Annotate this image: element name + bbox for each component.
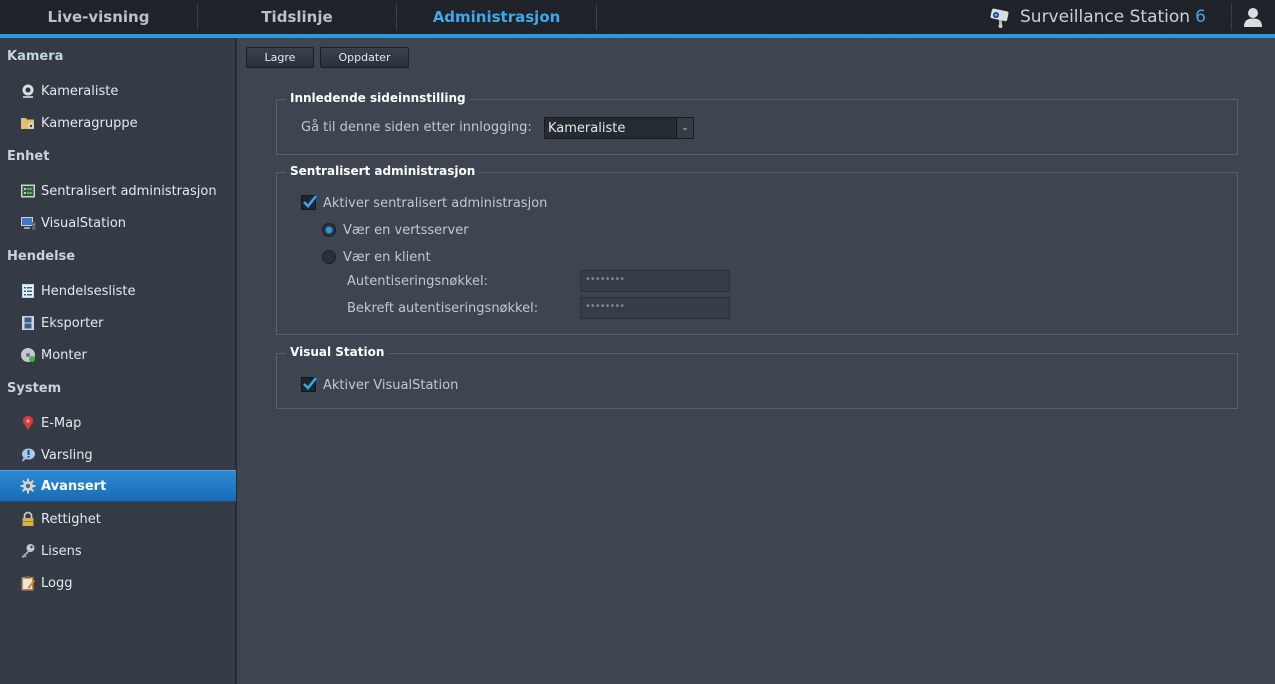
enable-visualstation-label: Aktiver VisualStation (323, 378, 459, 393)
checkmark-icon (303, 195, 318, 208)
host-server-radio[interactable] (322, 223, 336, 237)
save-button[interactable]: Lagre (246, 47, 314, 68)
confirm-auth-key-label: Bekreft autentiseringsnøkkel: (347, 301, 539, 316)
sidebar-item-label: Eksporter (41, 315, 104, 331)
sidebar-item-label: Kameraliste (41, 83, 119, 99)
sidebar-item-export[interactable]: Eksporter (0, 307, 236, 339)
enable-visualstation-checkbox[interactable] (301, 377, 318, 392)
client-radio[interactable] (322, 250, 336, 264)
sidebar-item-label: Varsling (41, 447, 93, 463)
sidebar-section-camera: Kamera (7, 49, 64, 64)
sidebar-item-camera-list[interactable]: Kameraliste (0, 75, 236, 107)
section-title: Sentralisert administrasjon (286, 164, 480, 178)
sidebar-item-advanced[interactable]: Avansert (0, 470, 236, 502)
sidebar-item-label: Logg (41, 575, 73, 591)
tab-timeline[interactable]: Tidslinje (198, 0, 396, 34)
startup-page-select[interactable]: Kameraliste ⌄ (544, 117, 694, 139)
visual-station-section: Visual Station Aktiver VisualStation (276, 345, 1238, 409)
sidebar-section-device: Enhet (7, 149, 50, 164)
enable-central-admin-label: Aktiver sentralisert administrasjon (323, 196, 548, 211)
main-content: Lagre Oppdater Innledende sideinnstillin… (239, 38, 1275, 684)
initial-page-section: Innledende sideinnstilling Gå til denne … (276, 91, 1238, 155)
central-admin-section: Sentralisert administrasjon Aktiver sent… (276, 164, 1238, 335)
monitor-icon (21, 217, 36, 230)
sidebar-item-label: Hendelsesliste (41, 283, 136, 299)
auth-key-value: •••••••• (585, 274, 625, 285)
user-icon[interactable] (1242, 6, 1264, 28)
surveillance-camera-icon (990, 8, 1009, 28)
chevron-down-icon[interactable]: ⌄ (676, 118, 693, 138)
camera-folder-icon (21, 118, 34, 129)
sidebar-item-label: VisualStation (41, 215, 127, 231)
sidebar-section-event: Hendelse (7, 249, 76, 264)
map-pin-icon (23, 415, 33, 430)
refresh-button[interactable]: Oppdater (320, 47, 409, 68)
confirm-auth-key-input[interactable]: •••••••• (580, 297, 730, 319)
sidebar-item-mount[interactable]: Monter (0, 339, 236, 371)
sidebar-item-label: Sentralisert administrasjon (41, 183, 217, 199)
enable-central-admin-checkbox[interactable] (301, 195, 318, 210)
sidebar-item-permission[interactable]: Rettighet (0, 503, 236, 535)
lock-icon (22, 511, 34, 526)
sidebar-item-log[interactable]: Logg (0, 567, 236, 599)
client-label: Vær en klient (343, 250, 431, 265)
key-icon (21, 544, 35, 558)
checkmark-icon (303, 377, 318, 390)
auth-key-label: Autentiseringsnøkkel: (347, 274, 488, 289)
film-icon (22, 316, 34, 330)
sidebar-item-visualstation[interactable]: VisualStation (0, 207, 236, 239)
notification-bubble-icon (22, 448, 35, 462)
auth-key-input[interactable]: •••••••• (580, 270, 730, 292)
sidebar-item-label: Lisens (41, 543, 82, 559)
sidebar-item-emap[interactable]: E-Map (0, 407, 236, 439)
section-title: Visual Station (286, 345, 389, 359)
sidebar-item-label: Avansert (41, 478, 107, 494)
confirm-auth-key-value: •••••••• (585, 301, 625, 312)
sidebar-item-notification[interactable]: Varsling (0, 439, 236, 471)
app-brand: Surveillance Station 6 (988, 0, 1206, 34)
sidebar: Kamera Kameraliste Kameragruppe Enhet Se… (0, 38, 237, 684)
sidebar-item-label: Kameragruppe (41, 115, 138, 131)
header-divider (1231, 4, 1232, 30)
sidebar-item-central-admin[interactable]: Sentralisert administrasjon (0, 175, 236, 207)
brand-name: Surveillance Station (1020, 7, 1191, 27)
sidebar-item-event-list[interactable]: Hendelsesliste (0, 275, 236, 307)
sidebar-section-system: System (7, 381, 62, 396)
sidebar-item-camera-group[interactable]: Kameragruppe (0, 107, 236, 139)
sidebar-item-label: Monter (41, 347, 87, 363)
startup-page-label: Gå til denne siden etter innlogging: (301, 120, 532, 135)
tab-divider (596, 4, 597, 30)
top-navigation-bar: Live-visning Tidslinje Administrasjon Su… (0, 0, 1275, 36)
select-value: Kameraliste (548, 121, 626, 136)
tab-administration[interactable]: Administrasjon (397, 0, 596, 34)
webcam-icon (22, 84, 34, 98)
list-document-icon (22, 284, 34, 298)
disc-mount-icon (21, 348, 35, 362)
host-server-label: Vær en vertsserver (343, 223, 469, 238)
gear-icon (20, 478, 36, 494)
central-admin-icon (21, 184, 35, 198)
brand-version: 6 (1195, 7, 1206, 27)
sidebar-item-license[interactable]: Lisens (0, 535, 236, 567)
tab-live-view[interactable]: Live-visning (0, 0, 197, 34)
sidebar-item-label: Rettighet (41, 511, 101, 527)
section-title: Innledende sideinnstilling (286, 91, 470, 105)
clipboard-log-icon (21, 576, 35, 591)
sidebar-item-label: E-Map (41, 415, 82, 431)
